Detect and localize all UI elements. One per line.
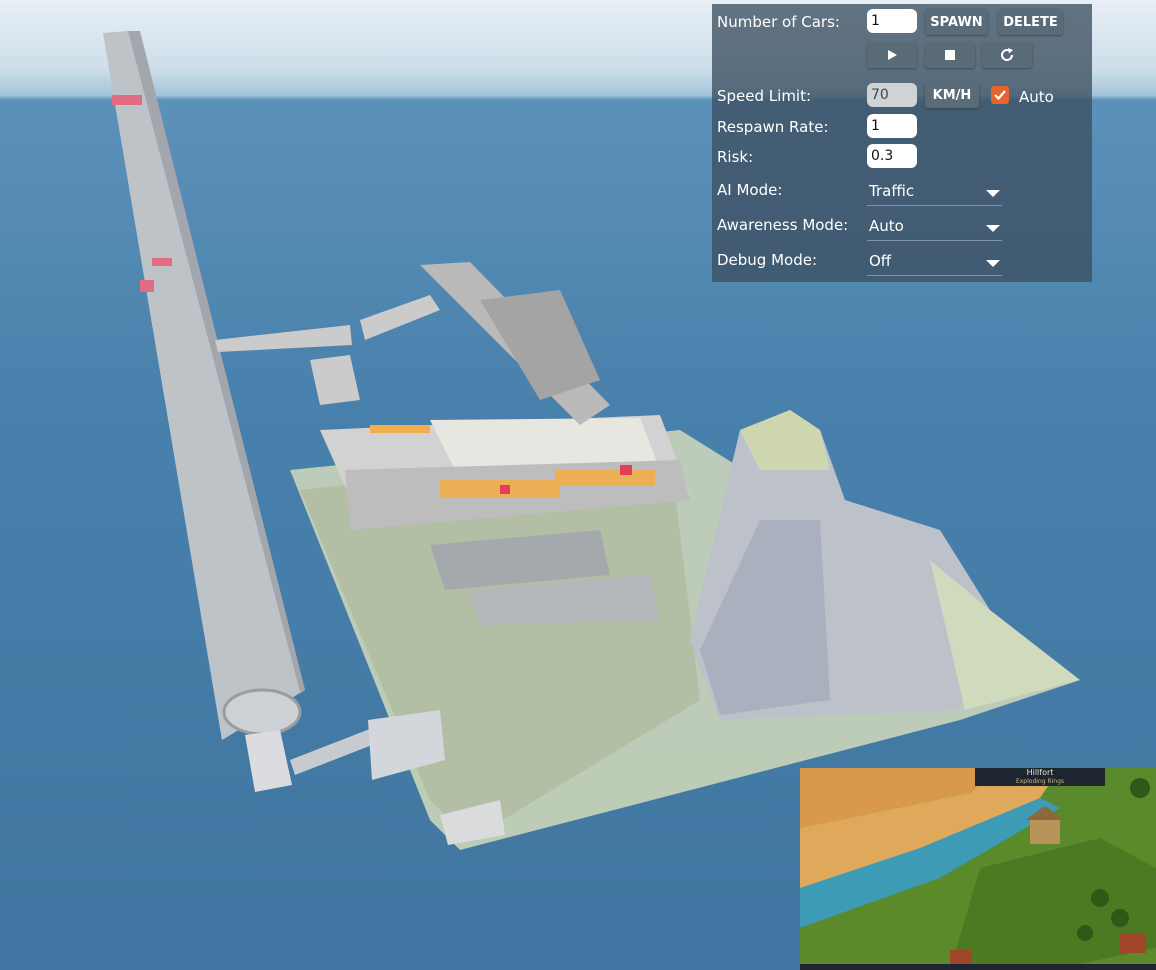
reload-button[interactable] [982,42,1032,68]
strategy-game-scene [800,768,1156,970]
game-title: Hillfort [1026,768,1054,777]
play-icon [888,50,897,60]
debug-mode-value: Off [869,252,892,270]
chevron-down-icon [986,225,1000,232]
speed-unit-button[interactable]: KM/H [925,82,979,108]
number-of-cars-input[interactable]: 1 [867,9,917,33]
debug-mode-label: Debug Mode: [717,251,818,269]
game-subtitle: Exploding Rings [1015,778,1065,785]
debug-mode-select[interactable]: Off [867,249,1002,276]
reload-icon [1001,48,1014,61]
traffic-control-panel: Number of Cars: 1 SPAWN DELETE Speed Lim… [712,4,1092,282]
ai-mode-value: Traffic [869,182,915,200]
play-button[interactable] [867,42,917,68]
game-title-banner: Hillfort Exploding Rings [975,768,1105,786]
respawn-rate-input[interactable]: 1 [867,114,917,138]
number-of-cars-label: Number of Cars: [717,13,840,31]
stop-icon [945,50,955,60]
awareness-mode-label: Awareness Mode: [717,216,849,234]
awareness-mode-value: Auto [869,217,904,235]
risk-label: Risk: [717,148,754,166]
awareness-mode-select[interactable]: Auto [867,214,1002,241]
chevron-down-icon [986,190,1000,197]
ai-mode-label: AI Mode: [717,181,783,199]
stop-button[interactable] [925,42,975,68]
ai-mode-select[interactable]: Traffic [867,179,1002,206]
delete-button[interactable]: DELETE [998,9,1063,35]
video-overlay-thumbnail[interactable]: Hillfort Exploding Rings [800,768,1156,970]
speed-limit-label: Speed Limit: [717,87,812,105]
auto-checkbox-label: Auto [1019,88,1054,106]
auto-speed-checkbox[interactable] [991,86,1009,104]
speed-limit-input[interactable]: 70 [867,83,917,107]
risk-input[interactable]: 0.3 [867,144,917,168]
checkmark-icon [994,90,1006,101]
chevron-down-icon [986,260,1000,267]
respawn-rate-label: Respawn Rate: [717,118,829,136]
spawn-button[interactable]: SPAWN [925,9,988,35]
